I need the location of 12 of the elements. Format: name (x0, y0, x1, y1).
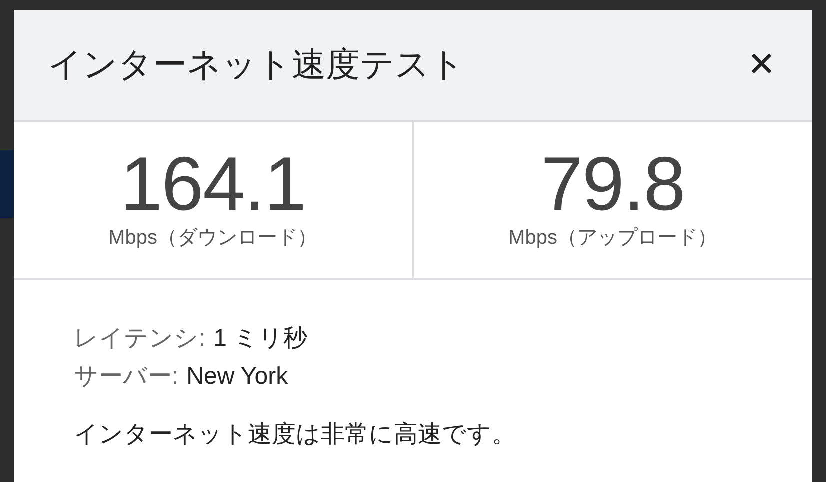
speed-value: 164.1 (120, 147, 306, 223)
speed-unit-label: Mbps（アップロード） (508, 226, 718, 251)
detail-value: 1 ミリ秒 (214, 324, 308, 354)
close-button[interactable]: ✕ (744, 48, 780, 82)
background-panel (0, 150, 14, 218)
detail-value: New York (186, 362, 288, 392)
dialog-title: インターネット速度テスト (48, 44, 465, 86)
detail-label: サーバー: (74, 362, 179, 392)
result-message: インターネット速度は非常に高速です。 (74, 420, 517, 450)
speed-value: 79.8 (541, 147, 685, 223)
detail-label: レイテンシ: (74, 324, 206, 354)
speed-unit-label: Mbps（ダウンロード） (108, 226, 318, 251)
